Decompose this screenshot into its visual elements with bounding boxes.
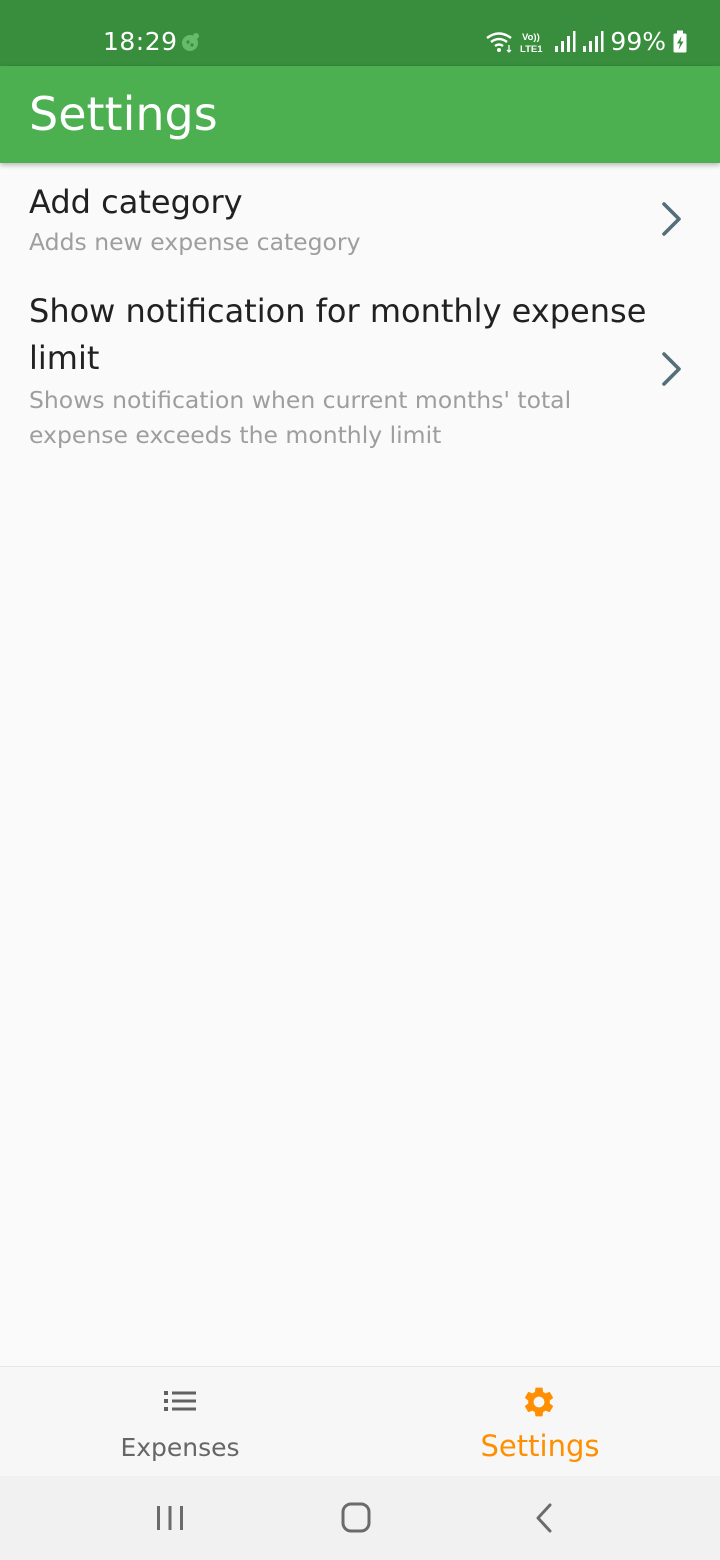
pref-add-category[interactable]: Add category Adds new expense category (0, 163, 720, 271)
list-icon (164, 1391, 196, 1411)
svg-text:Vo)): Vo)) (522, 32, 540, 43)
recent-apps-icon[interactable] (148, 1498, 192, 1538)
status-indicators: Vo)) LTE1 99% (484, 26, 688, 58)
chevron-right-icon (662, 352, 681, 386)
pref-title: Add category (29, 183, 243, 221)
nav-item-expenses[interactable]: Expenses (0, 1367, 360, 1477)
app-bar: Settings (0, 66, 720, 163)
svg-text:LTE1: LTE1 (520, 44, 543, 55)
battery-charging-icon (673, 30, 687, 53)
pref-summary: Shows notification when current months' … (29, 386, 572, 449)
chevron-right-icon (662, 202, 681, 236)
bottom-navigation: Expenses Settings (0, 1366, 720, 1476)
page-title: Settings (29, 87, 218, 141)
pref-title: Show notification for monthly expense li… (29, 292, 647, 377)
battery-percentage: 99% (610, 27, 666, 56)
volte-lte-icon: Vo)) LTE1 (520, 32, 543, 55)
nav-item-settings[interactable]: Settings (360, 1367, 720, 1477)
status-time: 18:29 (103, 27, 178, 56)
pref-summary: Adds new expense category (29, 228, 361, 256)
pref-monthly-limit-notification[interactable]: Show notification for monthly expense li… (0, 275, 720, 465)
signal-strength-icon (555, 31, 576, 52)
status-bar: 18:29 Vo)) LTE1 99% (0, 0, 720, 66)
nav-label: Settings (480, 1429, 600, 1463)
system-navigation-bar (0, 1476, 720, 1560)
gear-icon (524, 1387, 554, 1417)
home-icon[interactable] (334, 1498, 378, 1538)
nav-label: Expenses (120, 1433, 240, 1462)
app-notification-icon (182, 33, 199, 51)
back-icon[interactable] (522, 1498, 566, 1538)
signal-strength-icon-2 (583, 31, 604, 52)
wifi-icon (486, 32, 513, 53)
